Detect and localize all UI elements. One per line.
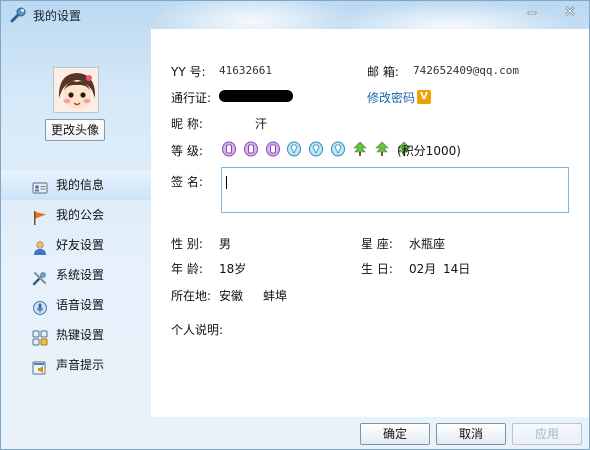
avatar[interactable] bbox=[53, 67, 99, 113]
signature-label: 签 名: bbox=[171, 175, 203, 189]
sidebar-item-label: 好友设置 bbox=[56, 238, 105, 252]
email-label: 邮 箱: bbox=[367, 65, 399, 79]
sidebar-item-sound-alerts[interactable]: 声音提示 bbox=[1, 350, 151, 380]
level-label: 等 级: bbox=[171, 144, 203, 158]
sidebar-item-system-settings[interactable]: 系统设置 bbox=[1, 260, 151, 290]
tools-icon bbox=[32, 267, 48, 286]
user-icon bbox=[32, 237, 48, 255]
sidebar-item-label: 我的信息 bbox=[56, 178, 105, 192]
location-province: 安徽 bbox=[219, 289, 244, 303]
sound-icon bbox=[32, 357, 48, 375]
minimize-icon bbox=[527, 11, 537, 15]
minimize-button[interactable] bbox=[519, 1, 545, 21]
blue-diamond-icon bbox=[287, 141, 302, 157]
sidebar-nav: 我的信息 我的公会 好友设置 系统设置 语音设置 热键设置 声音提示 bbox=[1, 170, 151, 380]
yy-number-label: YY 号: bbox=[171, 65, 206, 79]
sidebar: 更改头像 我的信息 我的公会 好友设置 系统设置 语音设置 热键设置 声音提示 bbox=[1, 29, 151, 417]
sidebar-item-hotkey-settings[interactable]: 热键设置 bbox=[1, 320, 151, 350]
text-caret bbox=[226, 176, 227, 189]
email-value: 742652409@qq.com bbox=[413, 64, 519, 77]
change-password-link[interactable]: 修改密码 bbox=[367, 89, 415, 106]
zodiac-value: 水瓶座 bbox=[409, 237, 446, 251]
sidebar-item-friend-settings[interactable]: 好友设置 bbox=[1, 230, 151, 260]
hotkey-icon bbox=[32, 327, 48, 346]
sidebar-item-my-info[interactable]: 我的信息 bbox=[1, 170, 151, 200]
age-value: 18岁 bbox=[219, 262, 247, 276]
avatar-image bbox=[54, 68, 98, 112]
button-bar: 确定 取消 应用 bbox=[1, 417, 589, 449]
close-icon bbox=[565, 6, 575, 16]
blue-diamond-icon bbox=[331, 141, 346, 157]
sidebar-item-my-guild[interactable]: 我的公会 bbox=[1, 200, 151, 230]
blue-diamond-icon bbox=[309, 141, 324, 157]
purple-crown-icon bbox=[243, 141, 258, 157]
sidebar-item-label: 语音设置 bbox=[56, 298, 105, 312]
passport-redacted bbox=[219, 90, 293, 102]
birthday-month: 02月 bbox=[409, 262, 437, 276]
settings-window: 我的设置 更改头像 我的信息 我的公会 好友设置 系统设置 语音设置 热键设置 … bbox=[0, 0, 590, 450]
purple-crown-icon bbox=[222, 141, 236, 157]
gender-value: 男 bbox=[219, 237, 232, 251]
points-text: (积分1000) bbox=[397, 144, 461, 158]
title-bar[interactable]: 我的设置 bbox=[1, 1, 589, 29]
sidebar-item-label: 热键设置 bbox=[56, 328, 105, 342]
wrench-icon bbox=[9, 6, 27, 24]
nickname-value: 汗 bbox=[255, 117, 268, 131]
signature-input[interactable] bbox=[221, 167, 569, 213]
location-label: 所在地: bbox=[171, 289, 212, 303]
level-icons bbox=[221, 141, 414, 157]
ok-button[interactable]: 确定 bbox=[360, 423, 430, 445]
green-leaf-icon bbox=[353, 141, 367, 156]
sidebar-item-label: 声音提示 bbox=[56, 358, 105, 372]
my-info-panel: YY 号: 41632661 邮 箱: 742652409@qq.com 通行证… bbox=[151, 29, 589, 417]
zodiac-label: 星 座: bbox=[361, 237, 393, 251]
vip-badge-icon: V bbox=[417, 90, 431, 104]
sidebar-item-label: 系统设置 bbox=[56, 268, 105, 282]
id-card-icon bbox=[32, 177, 48, 194]
voice-icon bbox=[32, 297, 48, 315]
passport-label: 通行证: bbox=[171, 91, 212, 105]
close-button[interactable] bbox=[557, 1, 583, 21]
gender-label: 性 别: bbox=[171, 237, 203, 251]
window-title: 我的设置 bbox=[33, 9, 82, 23]
bio-label: 个人说明: bbox=[171, 323, 224, 337]
cancel-button[interactable]: 取消 bbox=[436, 423, 506, 445]
birthday-day: 14日 bbox=[443, 262, 471, 276]
change-avatar-button[interactable]: 更改头像 bbox=[45, 119, 105, 141]
sidebar-item-voice-settings[interactable]: 语音设置 bbox=[1, 290, 151, 320]
age-label: 年 龄: bbox=[171, 262, 203, 276]
sidebar-item-label: 我的公会 bbox=[56, 208, 105, 222]
apply-button[interactable]: 应用 bbox=[512, 423, 582, 445]
purple-crown-icon bbox=[265, 141, 280, 157]
nickname-label: 昵 称: bbox=[171, 117, 203, 131]
green-leaf-icon bbox=[375, 141, 389, 156]
flag-icon bbox=[32, 207, 48, 225]
birthday-label: 生 日: bbox=[361, 262, 393, 276]
yy-number-value: 41632661 bbox=[219, 64, 272, 77]
location-city: 蚌埠 bbox=[263, 289, 288, 303]
